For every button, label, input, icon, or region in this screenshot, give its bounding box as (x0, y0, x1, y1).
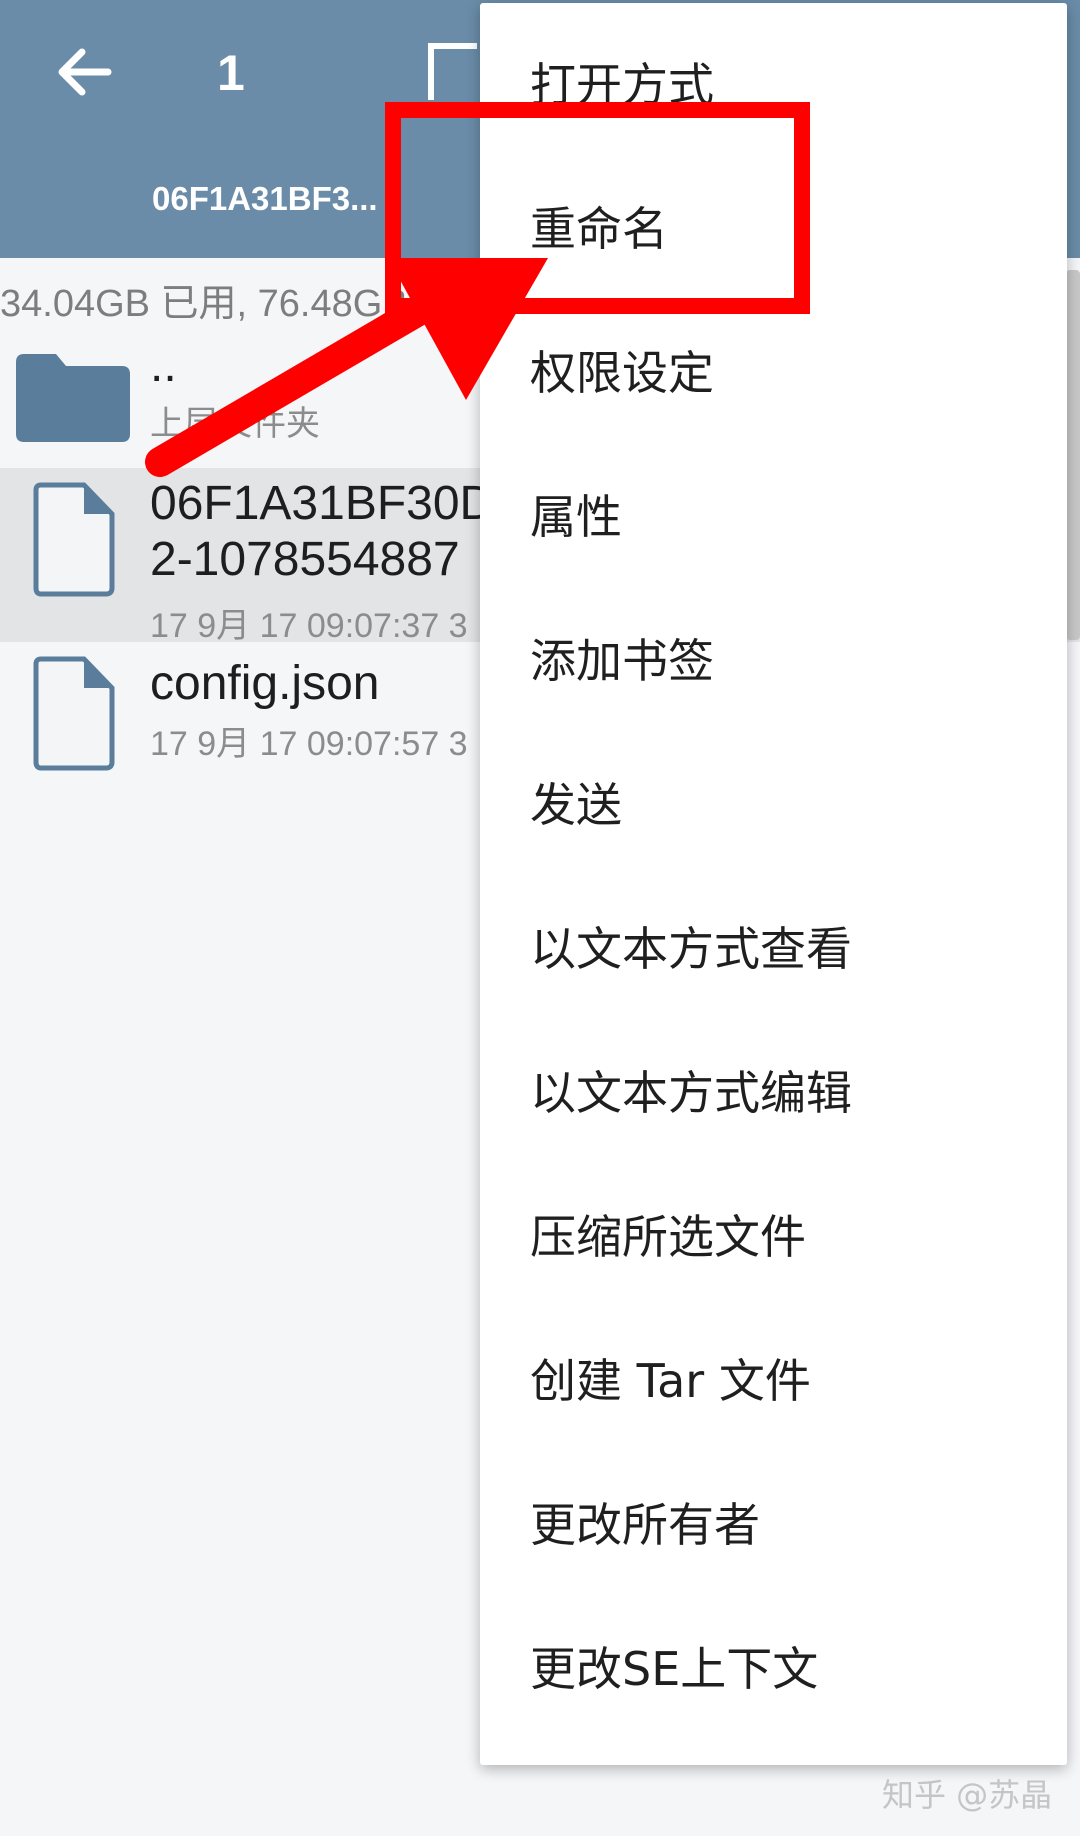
menu-item-rename[interactable]: 重命名 (480, 147, 1067, 291)
menu-label: 创建 Tar 文件 (530, 1354, 811, 1408)
selection-count: 1 (217, 45, 245, 101)
menu-item-change-owner[interactable]: 更改所有者 (480, 1443, 1067, 1587)
menu-label: 压缩所选文件 (530, 1210, 806, 1264)
file-icon (33, 656, 115, 771)
menu-item-send[interactable]: 发送 (480, 723, 1067, 867)
watermark: 知乎 @苏晶 (882, 1776, 1053, 1814)
copy-button[interactable] (425, 40, 485, 104)
menu-label: 重命名 (530, 202, 668, 256)
menu-item-edit-as-text[interactable]: 以文本方式编辑 (480, 1011, 1067, 1155)
file-name-line2: 2-1078554887 (150, 533, 460, 586)
menu-label: 更改所有者 (530, 1498, 760, 1552)
menu-label: 以文本方式编辑 (530, 1066, 852, 1120)
current-path[interactable]: 06F1A31BF3... (152, 180, 378, 218)
menu-item-properties[interactable]: 属性 (480, 435, 1067, 579)
menu-label: 打开方式 (530, 58, 714, 112)
menu-label: 发送 (530, 778, 622, 832)
back-button[interactable] (52, 40, 116, 104)
file-subtitle: 17 9月 17 09:07:37 3 (150, 607, 468, 645)
file-name-line1: 06F1A31BF30D (150, 477, 495, 530)
menu-label: 权限设定 (530, 346, 714, 400)
menu-label: 更改SE上下文 (530, 1642, 819, 1696)
menu-item-view-as-text[interactable]: 以文本方式查看 (480, 867, 1067, 1011)
menu-item-permissions[interactable]: 权限设定 (480, 291, 1067, 435)
menu-label: 属性 (530, 490, 622, 544)
menu-item-add-bookmark[interactable]: 添加书签 (480, 579, 1067, 723)
scrollbar[interactable] (1066, 270, 1080, 640)
menu-label: 以文本方式查看 (530, 922, 852, 976)
file-name: .. (150, 339, 177, 392)
arrow-left-icon (58, 48, 112, 96)
menu-label: 添加书签 (530, 634, 714, 688)
storage-summary: 34.04GB 已用, 76.48GB 可用 (0, 283, 495, 325)
menu-item-create-tar[interactable]: 创建 Tar 文件 (480, 1299, 1067, 1443)
context-menu: 打开方式 重命名 权限设定 属性 添加书签 发送 以文本方式查看 以文本方式编辑… (480, 3, 1067, 1765)
file-icon (33, 482, 115, 597)
copy-icon (428, 43, 477, 100)
menu-item-open-with[interactable]: 打开方式 (480, 3, 1067, 147)
file-subtitle: 上层文件夹 (150, 405, 320, 443)
menu-item-compress[interactable]: 压缩所选文件 (480, 1155, 1067, 1299)
file-name: config.json (150, 657, 380, 710)
menu-item-change-se-context[interactable]: 更改SE上下文 (480, 1587, 1067, 1731)
screen: 1 06F1A31BF3... 34.04GB 已用, 76.48GB 可用 .… (0, 0, 1080, 1836)
file-subtitle: 17 9月 17 09:07:57 3 (150, 725, 468, 763)
folder-icon (16, 354, 130, 442)
